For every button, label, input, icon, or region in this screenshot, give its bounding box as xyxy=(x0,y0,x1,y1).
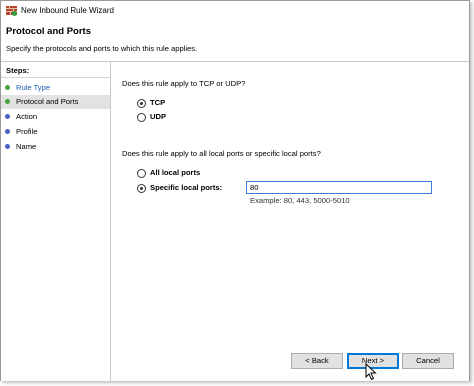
all-ports-radio[interactable] xyxy=(137,169,146,178)
wizard-window: New Inbound Rule Wizard Protocol and Por… xyxy=(0,0,470,381)
step-label: Profile xyxy=(16,127,38,136)
page-header: Protocol and Ports Specify the protocols… xyxy=(1,21,469,62)
specific-ports-radio[interactable] xyxy=(137,184,146,193)
protocol-question: Does this rule apply to TCP or UDP? xyxy=(122,79,246,88)
step-protocol-and-ports[interactable]: Protocol and Ports xyxy=(1,95,110,109)
window-title: New Inbound Rule Wizard xyxy=(21,6,114,15)
step-label: Action xyxy=(16,112,38,121)
tcp-label: TCP xyxy=(150,98,166,107)
page-description: Specify the protocols and ports to which… xyxy=(6,44,198,53)
ports-example-hint: Example: 80, 443, 5000-5010 xyxy=(250,196,350,205)
steps-heading: Steps: xyxy=(6,66,30,75)
step-profile[interactable]: Profile xyxy=(1,125,110,139)
all-ports-label: All local ports xyxy=(150,168,201,177)
udp-label: UDP xyxy=(150,112,167,121)
mouse-cursor-icon xyxy=(365,363,377,381)
step-label: Protocol and Ports xyxy=(16,97,79,106)
specific-ports-input[interactable] xyxy=(246,181,432,194)
step-status-dot xyxy=(5,144,10,149)
step-name[interactable]: Name xyxy=(1,140,110,154)
step-rule-type[interactable]: Rule Type xyxy=(1,81,110,95)
cancel-button[interactable]: Cancel xyxy=(402,353,454,369)
back-button[interactable]: < Back xyxy=(291,353,343,369)
ports-question: Does this rule apply to all local ports … xyxy=(122,149,321,158)
step-status-dot xyxy=(5,114,10,119)
steps-divider xyxy=(1,77,110,78)
content-panel xyxy=(111,62,469,381)
step-label: Name xyxy=(16,142,37,151)
step-status-dot xyxy=(5,99,10,104)
udp-radio[interactable] xyxy=(137,113,146,122)
step-label: Rule Type xyxy=(16,83,51,92)
step-action[interactable]: Action xyxy=(1,110,110,124)
page-title: Protocol and Ports xyxy=(6,26,91,37)
specific-ports-label: Specific local ports: xyxy=(150,183,223,192)
firewall-icon xyxy=(6,6,17,16)
title-bar: New Inbound Rule Wizard xyxy=(1,1,469,21)
tcp-radio[interactable] xyxy=(137,99,146,108)
step-status-dot xyxy=(5,129,10,134)
steps-sidebar: Steps: Rule Type Protocol and Ports Acti… xyxy=(1,62,111,381)
step-status-dot xyxy=(5,85,10,90)
